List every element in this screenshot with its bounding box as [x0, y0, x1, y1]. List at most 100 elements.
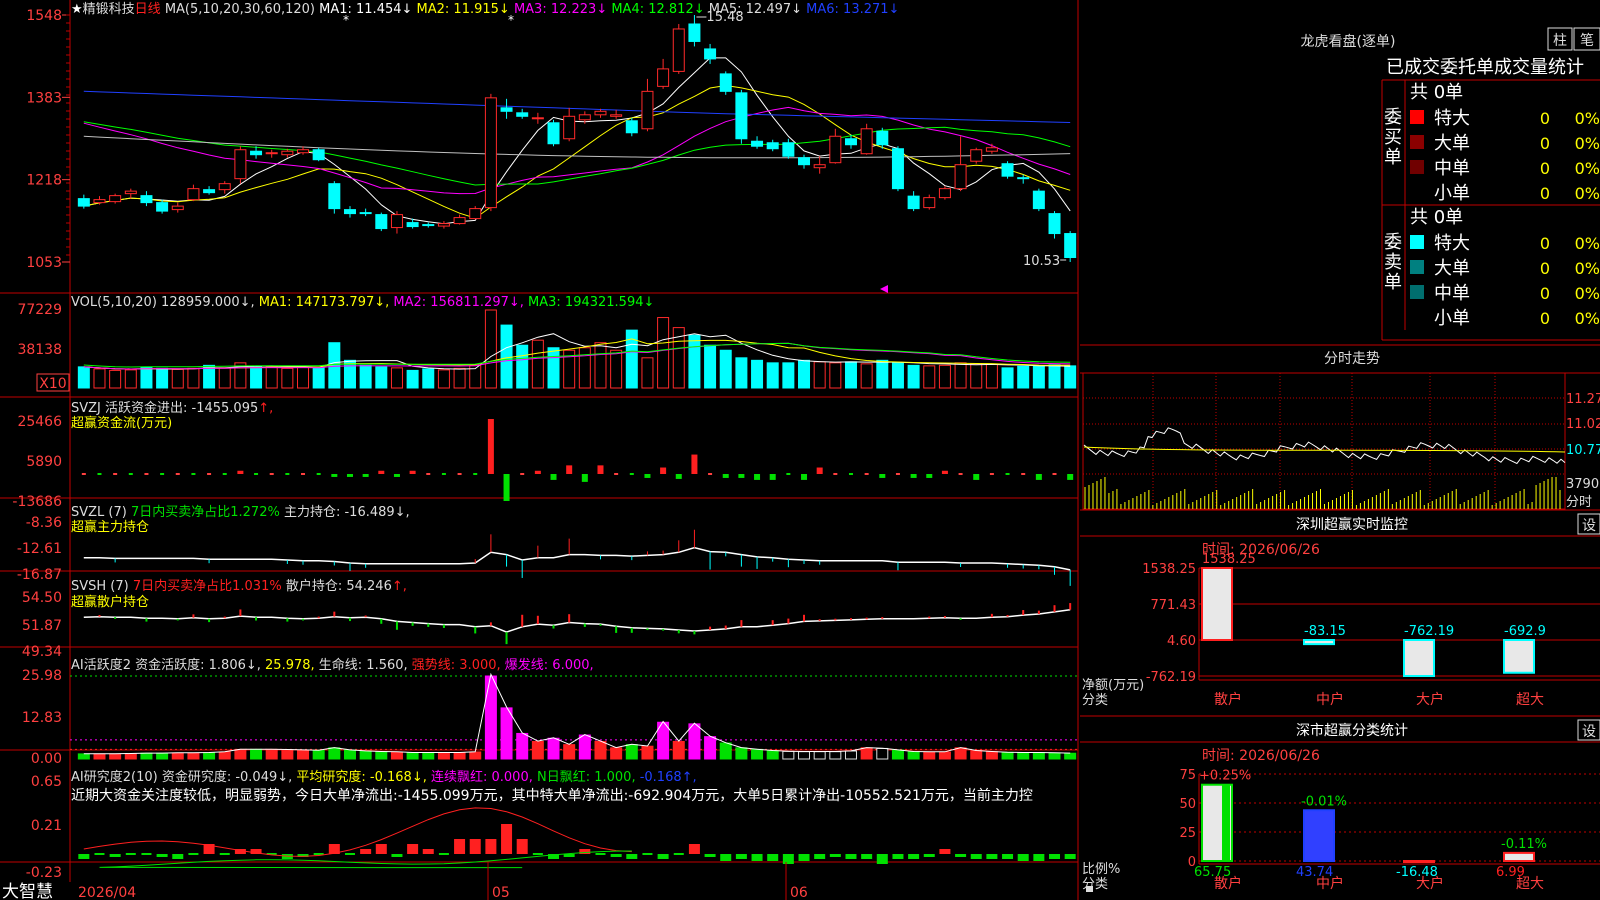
monitor-bar[interactable]	[1403, 639, 1435, 677]
volume-bar[interactable]	[1032, 365, 1045, 389]
volume-bar[interactable]	[594, 342, 607, 389]
svzj-bar[interactable]	[378, 470, 385, 474]
candle-body[interactable]	[453, 217, 466, 225]
candle-body[interactable]	[547, 122, 560, 145]
candle-body[interactable]	[422, 224, 435, 227]
ai1-bar[interactable]	[672, 740, 685, 760]
ai1-bar[interactable]	[77, 753, 90, 760]
candle-body[interactable]	[171, 205, 184, 211]
volume-bar[interactable]	[1048, 364, 1061, 389]
volume-bar[interactable]	[798, 359, 811, 389]
candle-body[interactable]	[124, 190, 137, 195]
ai1-bar[interactable]	[578, 734, 591, 760]
volume-bar[interactable]	[297, 366, 310, 389]
candle-body[interactable]	[516, 112, 529, 117]
candle-body[interactable]	[578, 114, 591, 121]
candle-body[interactable]	[375, 214, 388, 230]
svzj-bar[interactable]	[409, 470, 416, 474]
ai1-bar[interactable]	[203, 752, 216, 760]
volume-bar[interactable]	[187, 367, 200, 389]
ai2-bar[interactable]	[829, 854, 841, 857]
ai1-bar[interactable]	[343, 749, 356, 760]
ai1-bar[interactable]	[563, 744, 576, 760]
ai2-bar[interactable]	[501, 824, 513, 854]
ai2-bar[interactable]	[626, 854, 638, 859]
ai1-bar[interactable]	[156, 752, 169, 760]
svzj-bar[interactable]	[738, 474, 745, 478]
ai1-bar[interactable]	[1048, 752, 1061, 760]
candle-body[interactable]	[1064, 233, 1077, 259]
ai1-bar[interactable]	[907, 751, 920, 760]
svzj-bar[interactable]	[675, 474, 682, 479]
volume-bar[interactable]	[156, 367, 169, 389]
ai2-bar[interactable]	[422, 849, 434, 854]
candle-body[interactable]	[500, 107, 513, 112]
svzj-bar[interactable]	[1067, 474, 1074, 480]
svzj-bar[interactable]	[237, 470, 244, 474]
ai1-bar[interactable]	[751, 748, 764, 760]
ai1-bar[interactable]	[547, 737, 560, 760]
ai2-bar[interactable]	[751, 854, 763, 861]
ai1-bar[interactable]	[281, 749, 294, 760]
volume-bar[interactable]	[891, 362, 904, 389]
volume-bar[interactable]	[813, 361, 826, 389]
ai2-bar[interactable]	[610, 854, 622, 857]
candle-body[interactable]	[359, 212, 372, 215]
candle-body[interactable]	[563, 115, 576, 140]
candle-body[interactable]	[813, 164, 826, 169]
volume-bar[interactable]	[985, 363, 998, 389]
candle-body[interactable]	[469, 208, 482, 220]
volume-bar[interactable]	[77, 366, 90, 389]
ai2-bar[interactable]	[735, 854, 747, 859]
volume-bar[interactable]	[954, 362, 967, 389]
candle-body[interactable]	[156, 202, 169, 212]
svzj-bar[interactable]	[722, 474, 729, 478]
ai1-bar[interactable]	[422, 752, 435, 760]
ai2-bar[interactable]	[845, 854, 857, 859]
svzj-bar[interactable]	[487, 419, 494, 474]
ai2-bar[interactable]	[156, 854, 168, 857]
ai1-bar[interactable]	[265, 748, 278, 760]
monitor-bar[interactable]	[1201, 567, 1233, 641]
svzj-bar[interactable]	[910, 474, 917, 478]
ai1-bar[interactable]	[891, 749, 904, 760]
ai1-bar[interactable]	[187, 752, 200, 760]
ai2-bar[interactable]	[109, 854, 121, 857]
volume-bar[interactable]	[516, 344, 529, 389]
ai1-bar[interactable]	[688, 723, 701, 760]
candle-body[interactable]	[860, 128, 873, 155]
candle-body[interactable]	[970, 149, 983, 162]
candle-body[interactable]	[766, 142, 779, 150]
candle-body[interactable]	[265, 152, 278, 155]
volume-bar[interactable]	[281, 367, 294, 389]
ai2-bar[interactable]	[782, 854, 794, 864]
candle-body[interactable]	[1048, 213, 1061, 235]
volume-bar[interactable]	[1064, 365, 1077, 389]
svzj-bar[interactable]	[644, 474, 651, 478]
ai2-bar[interactable]	[892, 854, 904, 859]
ai1-bar[interactable]	[641, 745, 654, 760]
stock-chart[interactable]: 154813831218105315.4810.53* *★精锻科技日线 MA(5…	[0, 0, 1600, 900]
ai2-bar[interactable]	[407, 844, 419, 854]
ai1-bar[interactable]	[312, 749, 325, 760]
volume-bar[interactable]	[578, 347, 591, 389]
ai2-bar[interactable]	[172, 854, 184, 859]
ai1-bar[interactable]	[829, 751, 842, 760]
svzj-bar[interactable]	[801, 474, 808, 480]
ai2-bar[interactable]	[454, 839, 466, 854]
ai1-bar[interactable]	[594, 740, 607, 760]
ai1-bar[interactable]	[970, 750, 983, 760]
volume-bar[interactable]	[704, 344, 717, 389]
volume-bar[interactable]	[140, 366, 153, 389]
ai1-bar[interactable]	[782, 750, 795, 760]
candle-body[interactable]	[610, 114, 623, 117]
ai1-bar[interactable]	[1001, 751, 1014, 760]
candle-body[interactable]	[77, 198, 90, 207]
volume-bar[interactable]	[829, 362, 842, 389]
volume-bar[interactable]	[923, 365, 936, 389]
candle-body[interactable]	[140, 195, 153, 204]
volume-bar[interactable]	[860, 363, 873, 389]
ai1-bar[interactable]	[453, 752, 466, 760]
ai2-bar[interactable]	[955, 854, 967, 857]
ai1-bar[interactable]	[469, 751, 482, 760]
